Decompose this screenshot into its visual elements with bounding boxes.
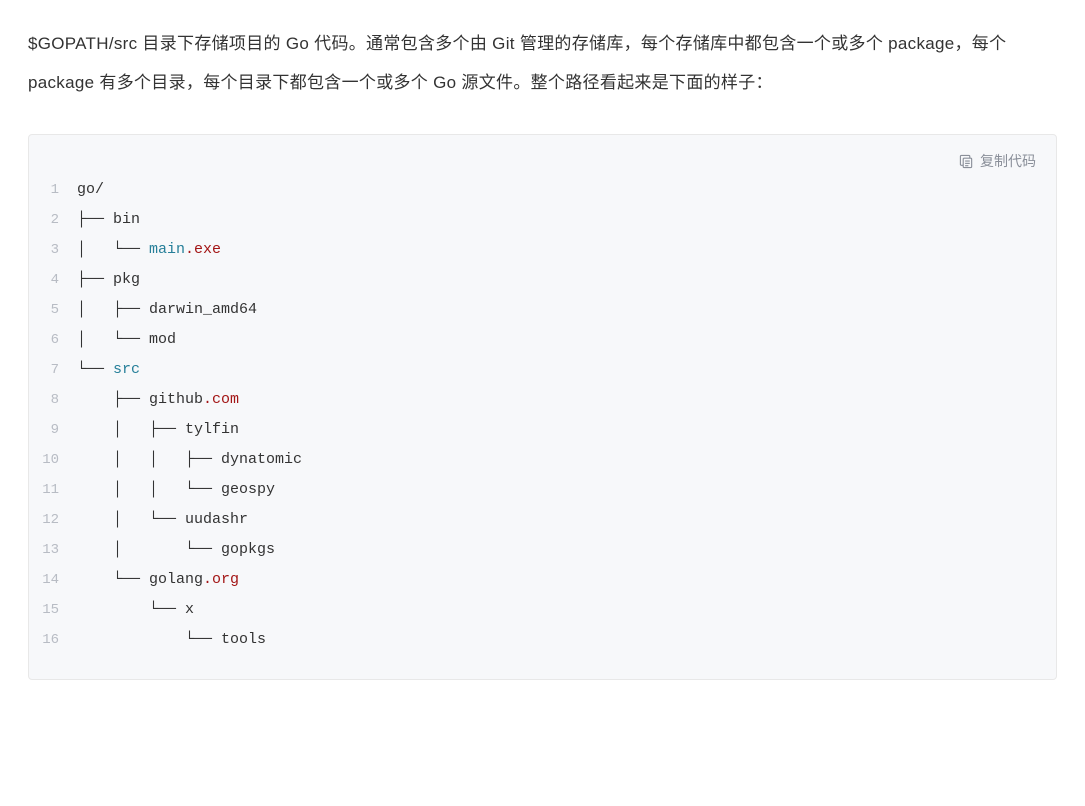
line-number: 5 xyxy=(29,296,77,324)
code-block: 复制代码 1go/2├── bin3│ └── main.exe4├── pkg… xyxy=(28,134,1057,680)
line-number: 15 xyxy=(29,596,77,624)
code-line: 12 │ └── uudashr xyxy=(29,505,1056,535)
line-number: 8 xyxy=(29,386,77,414)
line-number: 16 xyxy=(29,626,77,654)
description-text: $GOPATH/src 目录下存储项目的 Go 代码。通常包含多个由 Git 管… xyxy=(28,24,1057,102)
code-line: 1go/ xyxy=(29,175,1056,205)
line-number: 11 xyxy=(29,476,77,504)
code-line: 4├── pkg xyxy=(29,265,1056,295)
line-content: └── src xyxy=(77,355,140,385)
line-content: ├── github.com xyxy=(77,385,239,415)
code-line: 9 │ ├── tylfin xyxy=(29,415,1056,445)
code-line: 13 │ └── gopkgs xyxy=(29,535,1056,565)
line-content: │ └── gopkgs xyxy=(77,535,275,565)
line-content: └── x xyxy=(77,595,194,625)
code-line: 8 ├── github.com xyxy=(29,385,1056,415)
code-line: 15 └── x xyxy=(29,595,1056,625)
line-content: │ │ ├── dynatomic xyxy=(77,445,302,475)
code-content: 1go/2├── bin3│ └── main.exe4├── pkg5│ ├─… xyxy=(29,155,1056,655)
line-number: 3 xyxy=(29,236,77,264)
line-content: │ └── mod xyxy=(77,325,176,355)
copy-button-label: 复制代码 xyxy=(980,151,1036,171)
line-content: │ │ └── geospy xyxy=(77,475,275,505)
code-line: 3│ └── main.exe xyxy=(29,235,1056,265)
line-content: ├── bin xyxy=(77,205,140,235)
code-line: 11 │ │ └── geospy xyxy=(29,475,1056,505)
code-line: 10 │ │ ├── dynatomic xyxy=(29,445,1056,475)
line-content: │ └── uudashr xyxy=(77,505,248,535)
line-content: ├── pkg xyxy=(77,265,140,295)
code-line: 16 └── tools xyxy=(29,625,1056,655)
line-content: └── golang.org xyxy=(77,565,239,595)
line-number: 9 xyxy=(29,416,77,444)
line-number: 2 xyxy=(29,206,77,234)
line-content: │ └── main.exe xyxy=(77,235,221,265)
line-number: 12 xyxy=(29,506,77,534)
line-number: 4 xyxy=(29,266,77,294)
copy-code-button[interactable]: 复制代码 xyxy=(959,151,1036,171)
line-content: └── tools xyxy=(77,625,266,655)
line-number: 7 xyxy=(29,356,77,384)
code-line: 2├── bin xyxy=(29,205,1056,235)
code-line: 6│ └── mod xyxy=(29,325,1056,355)
line-number: 6 xyxy=(29,326,77,354)
line-content: go/ xyxy=(77,175,104,205)
line-number: 10 xyxy=(29,446,77,474)
line-number: 13 xyxy=(29,536,77,564)
line-content: │ ├── darwin_amd64 xyxy=(77,295,257,325)
code-line: 5│ ├── darwin_amd64 xyxy=(29,295,1056,325)
code-line: 14 └── golang.org xyxy=(29,565,1056,595)
line-number: 14 xyxy=(29,566,77,594)
line-content: │ ├── tylfin xyxy=(77,415,239,445)
code-line: 7└── src xyxy=(29,355,1056,385)
line-number: 1 xyxy=(29,176,77,204)
copy-icon xyxy=(959,154,974,169)
